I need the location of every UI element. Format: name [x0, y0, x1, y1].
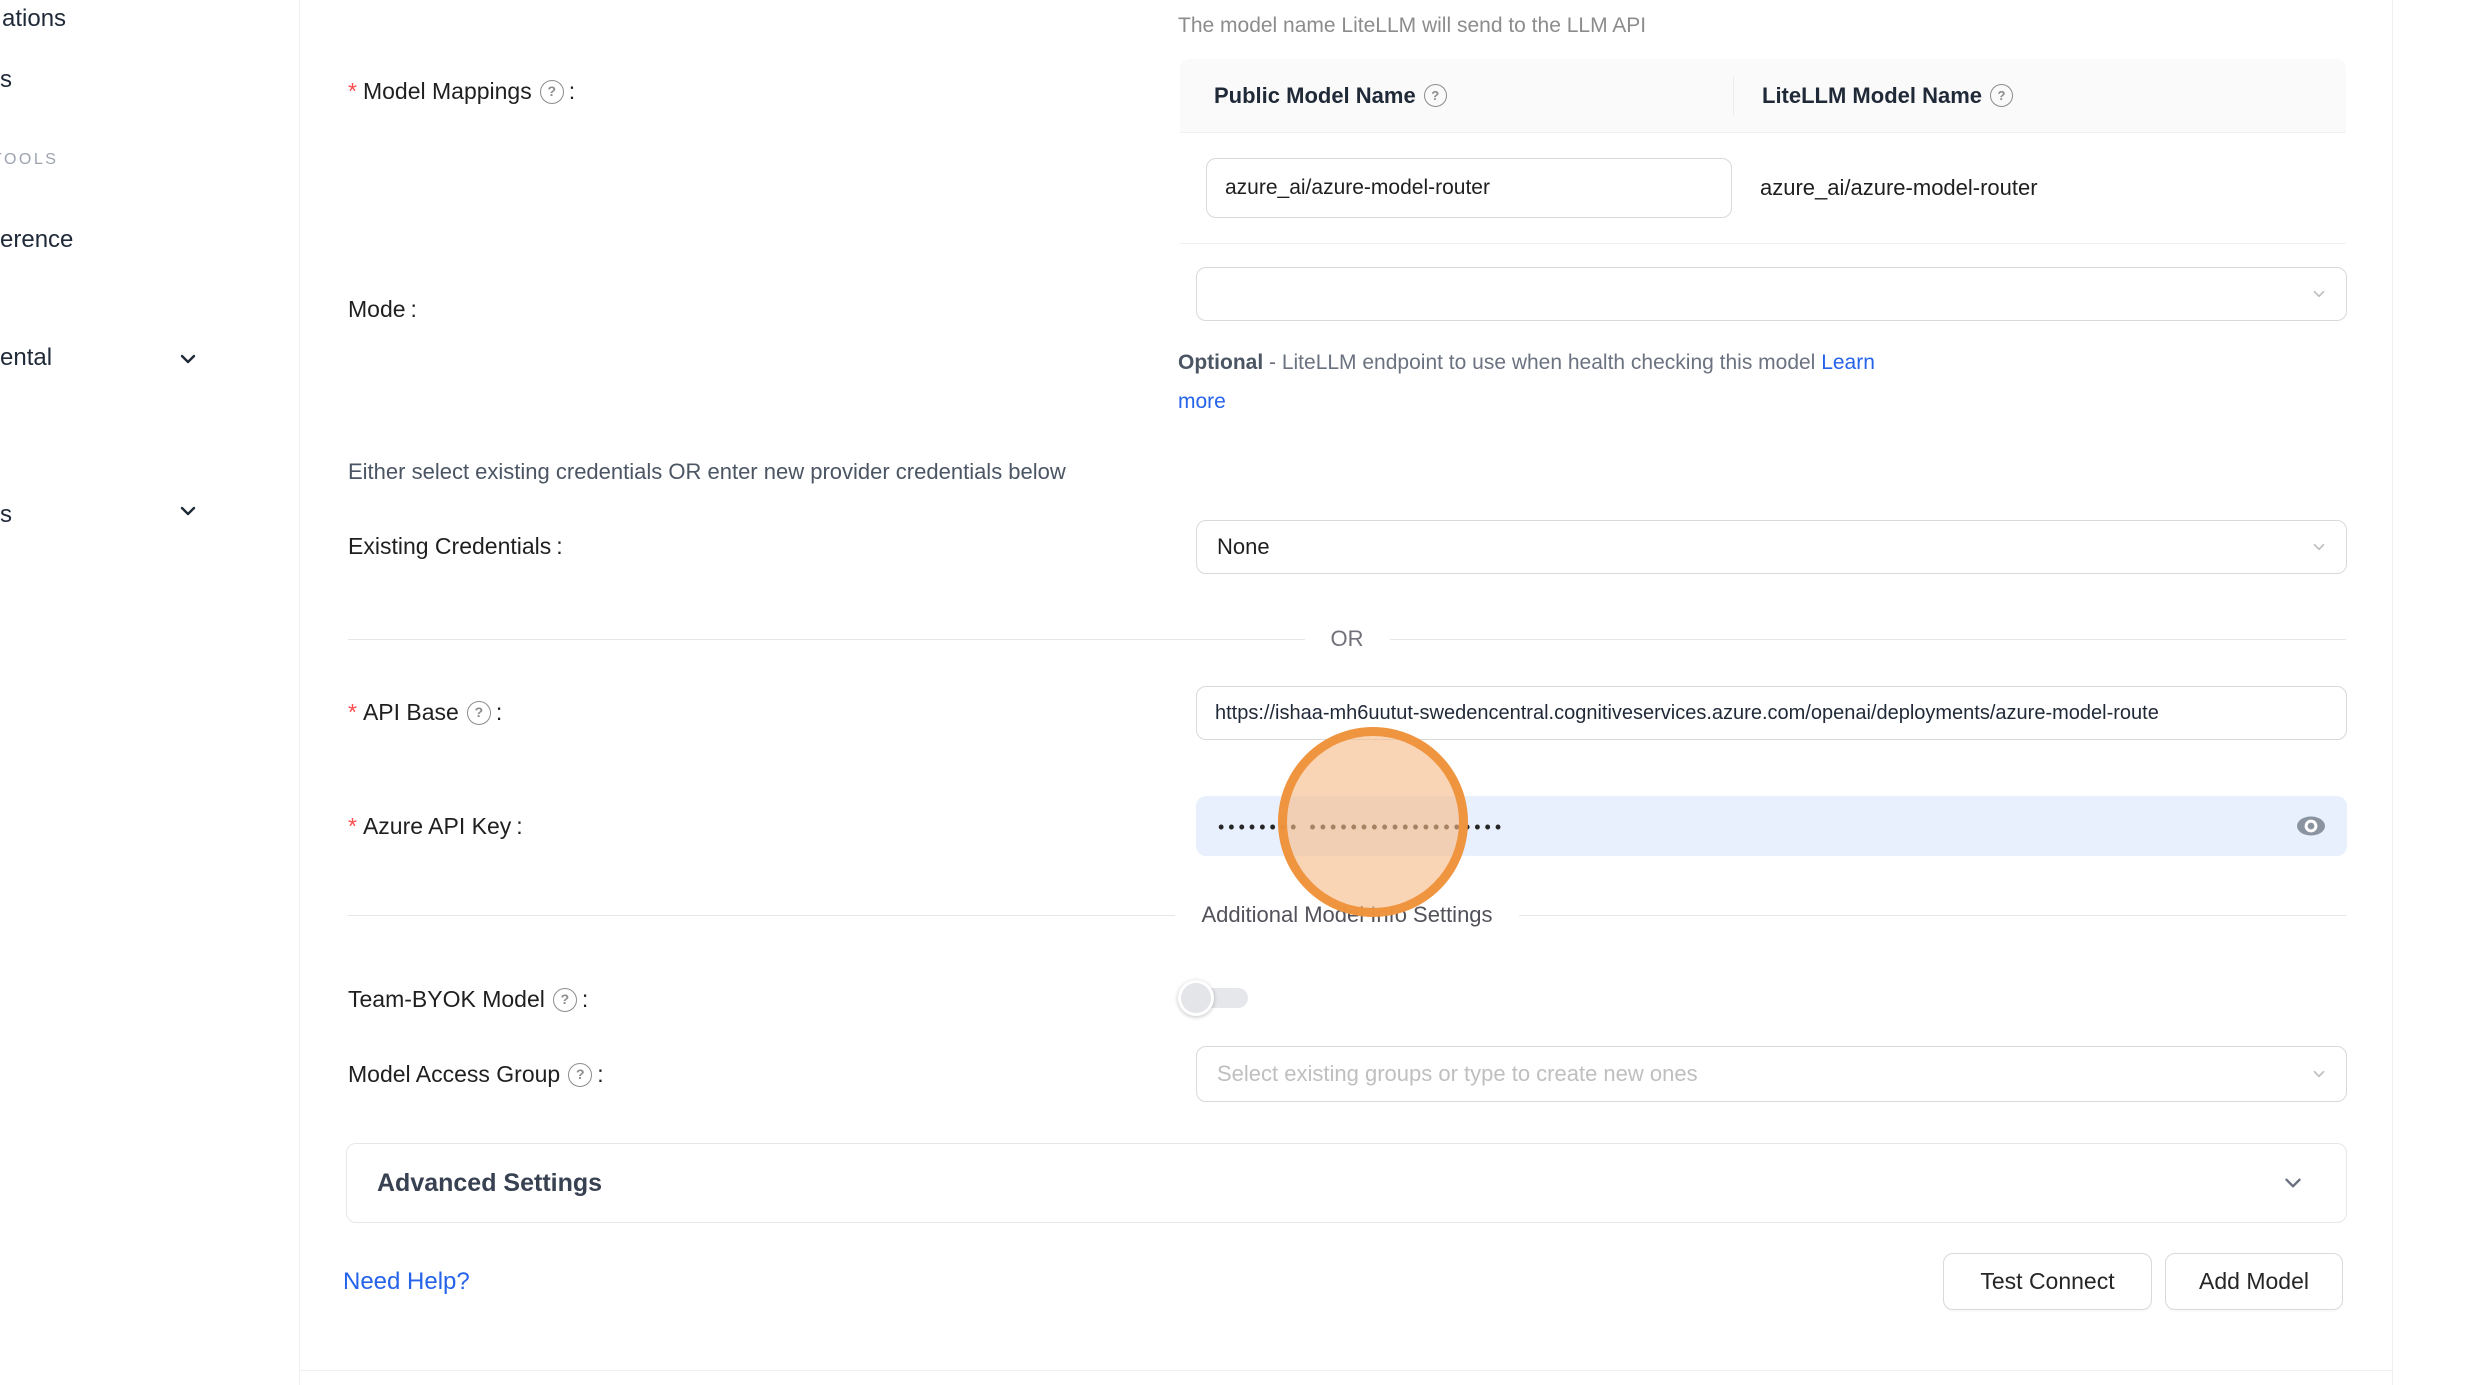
additional-model-info-text: Additional Model Info Settings — [1175, 902, 1518, 928]
question-circle-icon[interactable]: ? — [540, 80, 564, 104]
question-circle-icon[interactable]: ? — [467, 701, 491, 725]
existing-credentials-label-text: Existing Credentials — [348, 533, 551, 561]
divider-line — [348, 639, 1305, 640]
label-colon: : — [496, 699, 502, 727]
question-circle-icon[interactable]: ? — [1424, 84, 1447, 107]
api-base-input[interactable] — [1196, 686, 2347, 740]
chevron-down-icon[interactable] — [176, 499, 200, 528]
chevron-down-icon[interactable] — [176, 347, 200, 376]
eye-icon[interactable] — [2295, 813, 2327, 839]
azure-api-key-input[interactable]: •••••••• ••••••••••••••••••• — [1196, 796, 2347, 856]
advanced-settings-title: Advanced Settings — [377, 1169, 2280, 1198]
required-asterisk: * — [348, 813, 357, 841]
add-model-button[interactable]: Add Model — [2165, 1253, 2343, 1310]
learn-more-link[interactable]: Learn — [1821, 351, 1875, 374]
sidebar-item-inference-partial[interactable]: erence — [0, 228, 73, 252]
question-circle-icon[interactable]: ? — [1990, 84, 2013, 107]
mode-optional-hint-line1: Optional - LiteLLM endpoint to use when … — [1178, 349, 1875, 376]
or-divider-text: OR — [1305, 626, 1390, 652]
label-colon: : — [597, 1061, 603, 1089]
required-asterisk: * — [348, 699, 357, 727]
test-connect-button[interactable]: Test Connect — [1943, 1253, 2152, 1310]
mode-label-text: Mode — [348, 296, 406, 324]
optional-rest: - LiteLLM endpoint to use when health ch… — [1263, 351, 1821, 374]
sidebar-item-organizations-partial[interactable]: ations — [2, 7, 66, 31]
api-base-label-text: API Base — [363, 699, 459, 727]
table-row: azure_ai/azure-model-router — [1180, 133, 2346, 244]
existing-credentials-label: Existing Credentials : — [348, 533, 563, 561]
public-model-name-header: Public Model Name ? — [1180, 83, 1733, 109]
azure-api-key-label: * Azure API Key : — [348, 813, 523, 841]
model-mappings-label-text: Model Mappings — [363, 78, 532, 106]
sidebar-item-partial-1[interactable]: s — [0, 68, 12, 92]
public-model-name-input[interactable] — [1206, 158, 1732, 218]
sidebar-item-settings-partial[interactable]: s — [0, 503, 12, 527]
chevron-down-icon — [2280, 1170, 2306, 1196]
azure-api-key-label-text: Azure API Key — [363, 813, 511, 841]
or-divider: OR — [348, 626, 2346, 652]
credentials-hint: Either select existing credentials OR en… — [348, 458, 1066, 487]
card-right-border — [2392, 0, 2393, 1385]
label-colon: : — [411, 296, 417, 324]
label-colon: : — [516, 813, 522, 841]
model-mappings-table: Public Model Name ? LiteLLM Model Name ?… — [1180, 59, 2346, 244]
model-access-group-placeholder: Select existing groups or type to create… — [1217, 1061, 1698, 1087]
divider-line — [1519, 915, 2346, 916]
model-mappings-label: * Model Mappings ? : — [348, 78, 575, 106]
label-colon: : — [569, 78, 575, 106]
advanced-settings-panel[interactable]: Advanced Settings — [346, 1143, 2347, 1223]
mode-optional-hint-line2: more — [1178, 388, 1226, 415]
question-circle-icon[interactable]: ? — [568, 1063, 592, 1087]
question-circle-icon[interactable]: ? — [553, 988, 577, 1012]
mode-label: Mode : — [348, 296, 417, 324]
chevron-down-icon — [2310, 538, 2328, 556]
required-asterisk: * — [348, 78, 357, 106]
team-byok-toggle[interactable] — [1178, 980, 1248, 1016]
masked-password-value: •••••••• ••••••••••••••••••• — [1218, 818, 1505, 836]
label-colon: : — [582, 986, 588, 1014]
team-byok-label-text: Team-BYOK Model — [348, 986, 545, 1014]
add-model-page: ations s TOOLS erence ental s The model … — [0, 0, 2477, 1385]
public-model-name-header-text: Public Model Name — [1214, 83, 1416, 109]
sidebar-item-experimental-partial[interactable]: ental — [0, 346, 52, 370]
api-base-label: * API Base ? : — [348, 699, 502, 727]
toggle-knob — [1178, 980, 1214, 1016]
label-colon: : — [556, 533, 562, 561]
mode-select[interactable] — [1196, 267, 2347, 321]
litellm-model-name-value: azure_ai/azure-model-router — [1732, 175, 2038, 201]
model-name-hint: The model name LiteLLM will send to the … — [1178, 12, 1646, 39]
optional-bold: Optional — [1178, 351, 1263, 374]
team-byok-label: Team-BYOK Model ? : — [348, 986, 588, 1014]
learn-more-link[interactable]: more — [1178, 390, 1226, 413]
model-access-group-label: Model Access Group ? : — [348, 1061, 604, 1089]
need-help-link[interactable]: Need Help? — [343, 1268, 470, 1296]
model-access-group-select[interactable]: Select existing groups or type to create… — [1196, 1046, 2347, 1102]
model-access-group-label-text: Model Access Group — [348, 1061, 560, 1089]
table-header-row: Public Model Name ? LiteLLM Model Name ? — [1180, 59, 2346, 133]
litellm-model-name-header-text: LiteLLM Model Name — [1762, 83, 1982, 109]
chevron-down-icon — [2310, 285, 2328, 303]
sidebar-section-tools: TOOLS — [0, 152, 58, 168]
chevron-down-icon — [2310, 1065, 2328, 1083]
litellm-model-name-header: LiteLLM Model Name ? — [1734, 83, 2013, 109]
card-bottom-border — [299, 1370, 2392, 1371]
divider-line — [1390, 639, 2347, 640]
additional-model-info-divider: Additional Model Info Settings — [348, 902, 2346, 928]
existing-credentials-value: None — [1217, 534, 1270, 560]
existing-credentials-select[interactable]: None — [1196, 520, 2347, 574]
sidebar-divider — [299, 0, 300, 1385]
divider-line — [348, 915, 1175, 916]
